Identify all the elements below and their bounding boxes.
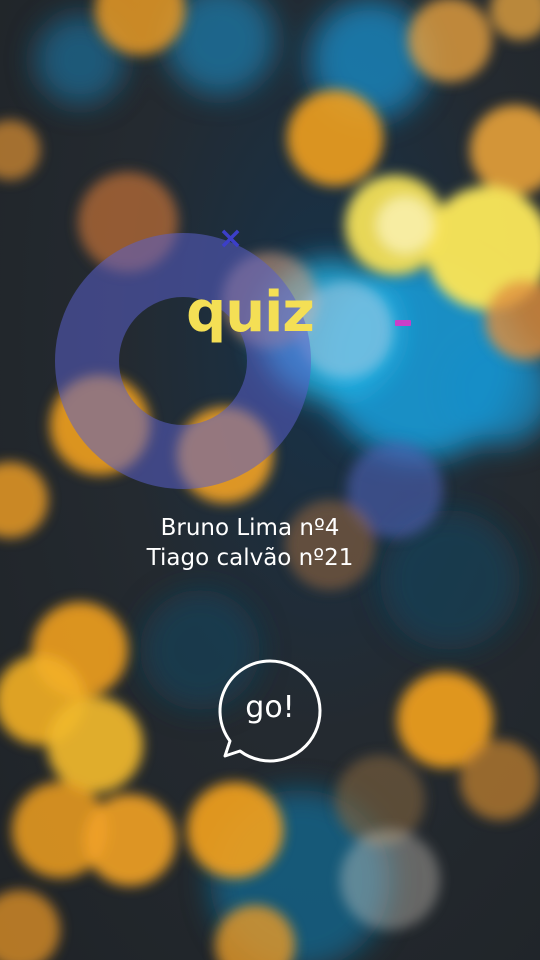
authors-block: Bruno Lima nº4 Tiago calvão nº21 bbox=[0, 513, 500, 573]
go-button-label: go! bbox=[245, 690, 295, 725]
decorative-x-mark: × bbox=[218, 221, 244, 256]
bokeh-background bbox=[0, 0, 540, 960]
author-line-2: Tiago calvão nº21 bbox=[146, 545, 354, 571]
quiz-title: quiz bbox=[186, 280, 315, 345]
orange-bokeh-group bbox=[0, 0, 540, 960]
author-line-1: Bruno Lima nº4 bbox=[160, 515, 340, 541]
go-button[interactable]: go! bbox=[215, 656, 325, 766]
decorative-ring bbox=[55, 233, 311, 489]
quiz-start-screen: × quiz Bruno Lima nº4 Tiago calvão nº21 … bbox=[0, 0, 540, 960]
